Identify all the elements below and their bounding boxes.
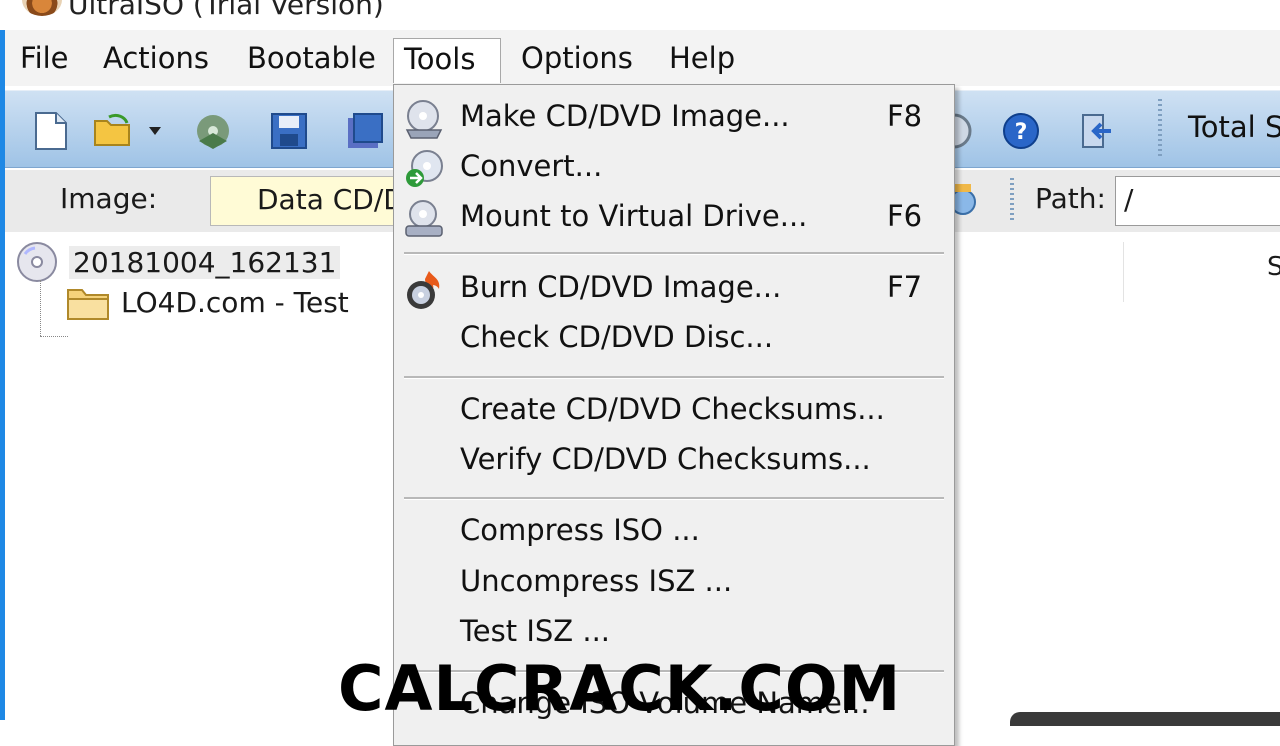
menu-item-label: Burn CD/DVD Image... [460,270,782,304]
file-list-pane: S [955,232,1280,720]
shortcut-label: F6 [887,199,923,233]
menu-item-verify-checksums[interactable]: Verify CD/DVD Checksums... [394,438,954,486]
menu-item-label: Test ISZ ... [460,614,611,648]
svg-text:?: ? [1015,120,1028,145]
tree-child[interactable]: LO4D.com - Test [65,282,349,322]
menu-bootable[interactable]: Bootable [237,38,386,82]
burn-icon [402,268,446,312]
dropdown-arrow-icon[interactable] [143,111,167,151]
tree-root[interactable]: 20181004_162131 [15,240,341,284]
menu-separator [404,252,944,255]
menu-options[interactable]: Options [511,38,643,82]
menu-separator [404,497,944,500]
tree-root-label: 20181004_162131 [69,245,341,279]
bottom-overlay-bar [1010,712,1280,726]
tree-connector-branch [40,336,68,337]
menu-actions[interactable]: Actions [93,38,219,82]
file-tree: 20181004_162131 LO4D.com - Test [5,232,395,720]
menu-item-check-disc[interactable]: Check CD/DVD Disc... [394,316,954,364]
tools-menu: Make CD/DVD Image... F8 Convert... Mount… [393,84,955,746]
title-bar: UltraISO (Trial Version) [0,0,1280,30]
exit-icon[interactable] [1077,111,1117,151]
virtual-drive-icon [402,197,446,241]
menu-item-burn-image[interactable]: Burn CD/DVD Image... F7 [394,266,954,314]
imagebar-separator [1010,178,1014,222]
window-title: UltraISO (Trial Version) [68,0,384,21]
menu-item-label: Mount to Virtual Drive... [460,199,808,233]
menu-item-compress-iso[interactable]: Compress ISO ... [394,509,954,557]
menu-item-label: Verify CD/DVD Checksums... [460,442,871,476]
menu-bar: File Actions Bootable Tools Options Help [5,30,1280,86]
menu-help[interactable]: Help [659,38,745,82]
convert-icon [402,147,446,191]
menu-tools[interactable]: Tools [393,38,501,83]
path-field[interactable]: / [1115,176,1280,226]
app-icon [22,0,62,16]
image-label: Image: [60,182,158,215]
menu-item-convert[interactable]: Convert... [394,145,954,193]
menu-item-label: Check CD/DVD Disc... [460,320,774,354]
column-divider[interactable] [1123,242,1124,302]
make-image-icon [402,97,446,141]
watermark-text: CALCRACK.COM [338,652,902,725]
total-size-label: Total S [1188,110,1280,144]
help-icon[interactable]: ? [1001,111,1041,151]
menu-item-test-isz[interactable]: Test ISZ ... [394,610,954,658]
disc-icon [17,242,57,282]
shortcut-label: F8 [887,99,923,133]
menu-item-label: Create CD/DVD Checksums... [460,392,885,426]
folder-icon [67,289,109,320]
menu-item-mount-virtual-drive[interactable]: Mount to Virtual Drive... F6 [394,195,954,243]
open-folder-icon[interactable] [93,111,133,151]
menu-item-make-image[interactable]: Make CD/DVD Image... F8 [394,95,954,143]
toolbar-separator [1158,99,1162,159]
path-label: Path: [1035,182,1106,215]
column-header-partial: S [1267,252,1280,282]
menu-file[interactable]: File [10,38,79,82]
menu-item-label: Convert... [460,149,603,183]
menu-item-label: Make CD/DVD Image... [460,99,790,133]
extract-icon[interactable] [193,111,233,151]
menu-item-create-checksums[interactable]: Create CD/DVD Checksums... [394,388,954,436]
menu-item-label: Compress ISO ... [460,513,700,547]
menu-item-label: Uncompress ISZ ... [460,564,733,598]
image-type-value: Data CD/D [257,183,405,216]
save-icon[interactable] [269,111,309,151]
shortcut-label: F7 [887,270,923,304]
menu-separator [404,376,944,379]
new-file-icon[interactable] [31,111,71,151]
tree-child-label: LO4D.com - Test [121,285,349,319]
tree-connector [40,280,41,336]
menu-item-uncompress-isz[interactable]: Uncompress ISZ ... [394,560,954,608]
path-value: / [1124,183,1134,216]
save-as-icon[interactable] [345,111,385,151]
